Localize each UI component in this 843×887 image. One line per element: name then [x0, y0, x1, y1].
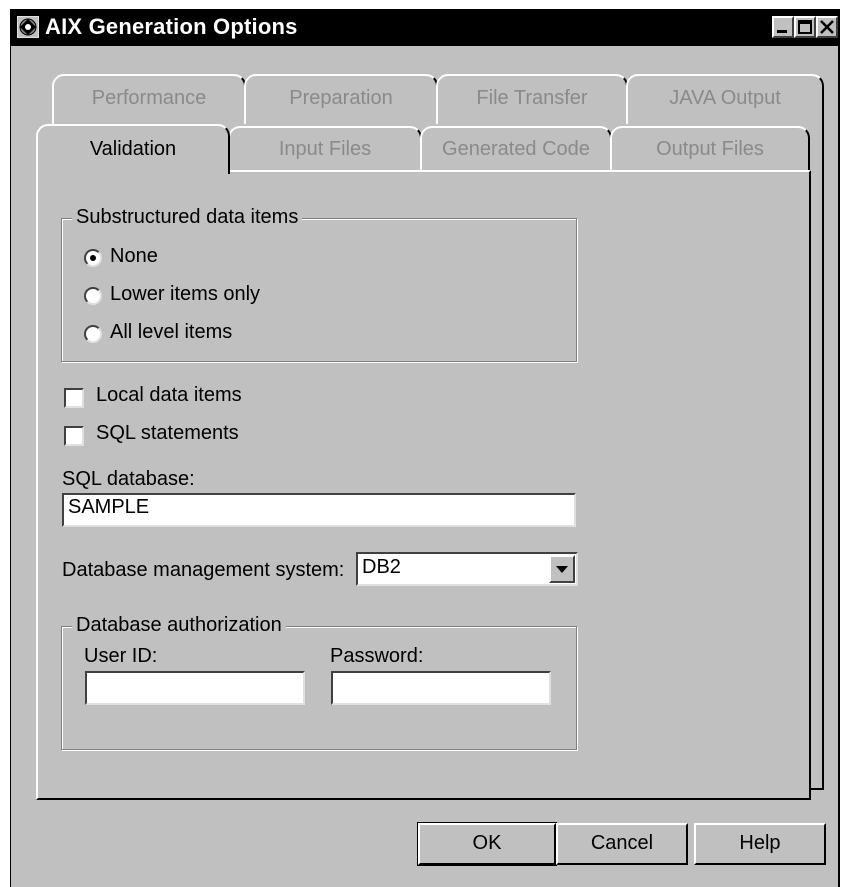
radio-lower-items-label: Lower items only	[110, 283, 261, 305]
dbms-dropdown-button[interactable]	[549, 555, 575, 583]
radio-all-level-items-label: All level items	[110, 321, 233, 343]
radio-lower-items[interactable]	[84, 287, 102, 305]
validation-panel: Substructured data items None Lower item…	[36, 170, 811, 800]
sql-statements-label: SQL statements	[96, 422, 239, 444]
local-data-items-checkbox[interactable]	[64, 388, 84, 408]
password-label: Password:	[330, 645, 424, 667]
radio-none-label: None	[110, 245, 158, 267]
sql-statements-checkbox[interactable]	[64, 426, 84, 446]
minimize-button[interactable]	[772, 16, 794, 38]
title-bar[interactable]: AIX Generation Options	[11, 10, 838, 46]
close-icon	[820, 20, 834, 34]
password-input[interactable]	[331, 671, 551, 705]
window-title: AIX Generation Options	[45, 14, 298, 39]
substructured-groupbox: Substructured data items None Lower item…	[61, 206, 577, 362]
maximize-icon	[798, 20, 812, 34]
maximize-button[interactable]	[794, 16, 816, 38]
user-id-label: User ID:	[84, 645, 158, 667]
radio-none[interactable]	[84, 249, 102, 267]
database-authorization-legend: Database authorization	[72, 614, 286, 637]
dialog-window: AIX Generation Options Performance Prepa…	[10, 9, 840, 887]
user-id-input[interactable]	[85, 671, 305, 705]
minimize-icon	[777, 30, 787, 33]
dbms-value: DB2	[362, 556, 401, 578]
dbms-label: Database management system:	[62, 559, 345, 581]
dbms-select[interactable]: DB2	[356, 552, 578, 586]
database-authorization-groupbox: Database authorization User ID: Password…	[61, 614, 577, 750]
cancel-button[interactable]: Cancel	[556, 823, 688, 865]
ok-button[interactable]: OK	[417, 822, 557, 866]
tab-validation[interactable]: Validation	[36, 124, 230, 174]
chevron-down-icon	[556, 566, 568, 573]
close-button[interactable]	[816, 16, 838, 38]
app-icon	[16, 15, 40, 39]
substructured-legend: Substructured data items	[72, 206, 303, 229]
radio-all-level-items[interactable]	[84, 325, 102, 343]
sql-database-label: SQL database:	[62, 468, 195, 490]
local-data-items-label: Local data items	[96, 384, 242, 406]
help-button[interactable]: Help	[694, 823, 826, 865]
sql-database-input[interactable]: SAMPLE	[62, 493, 576, 527]
radio-selected-dot	[90, 255, 96, 261]
